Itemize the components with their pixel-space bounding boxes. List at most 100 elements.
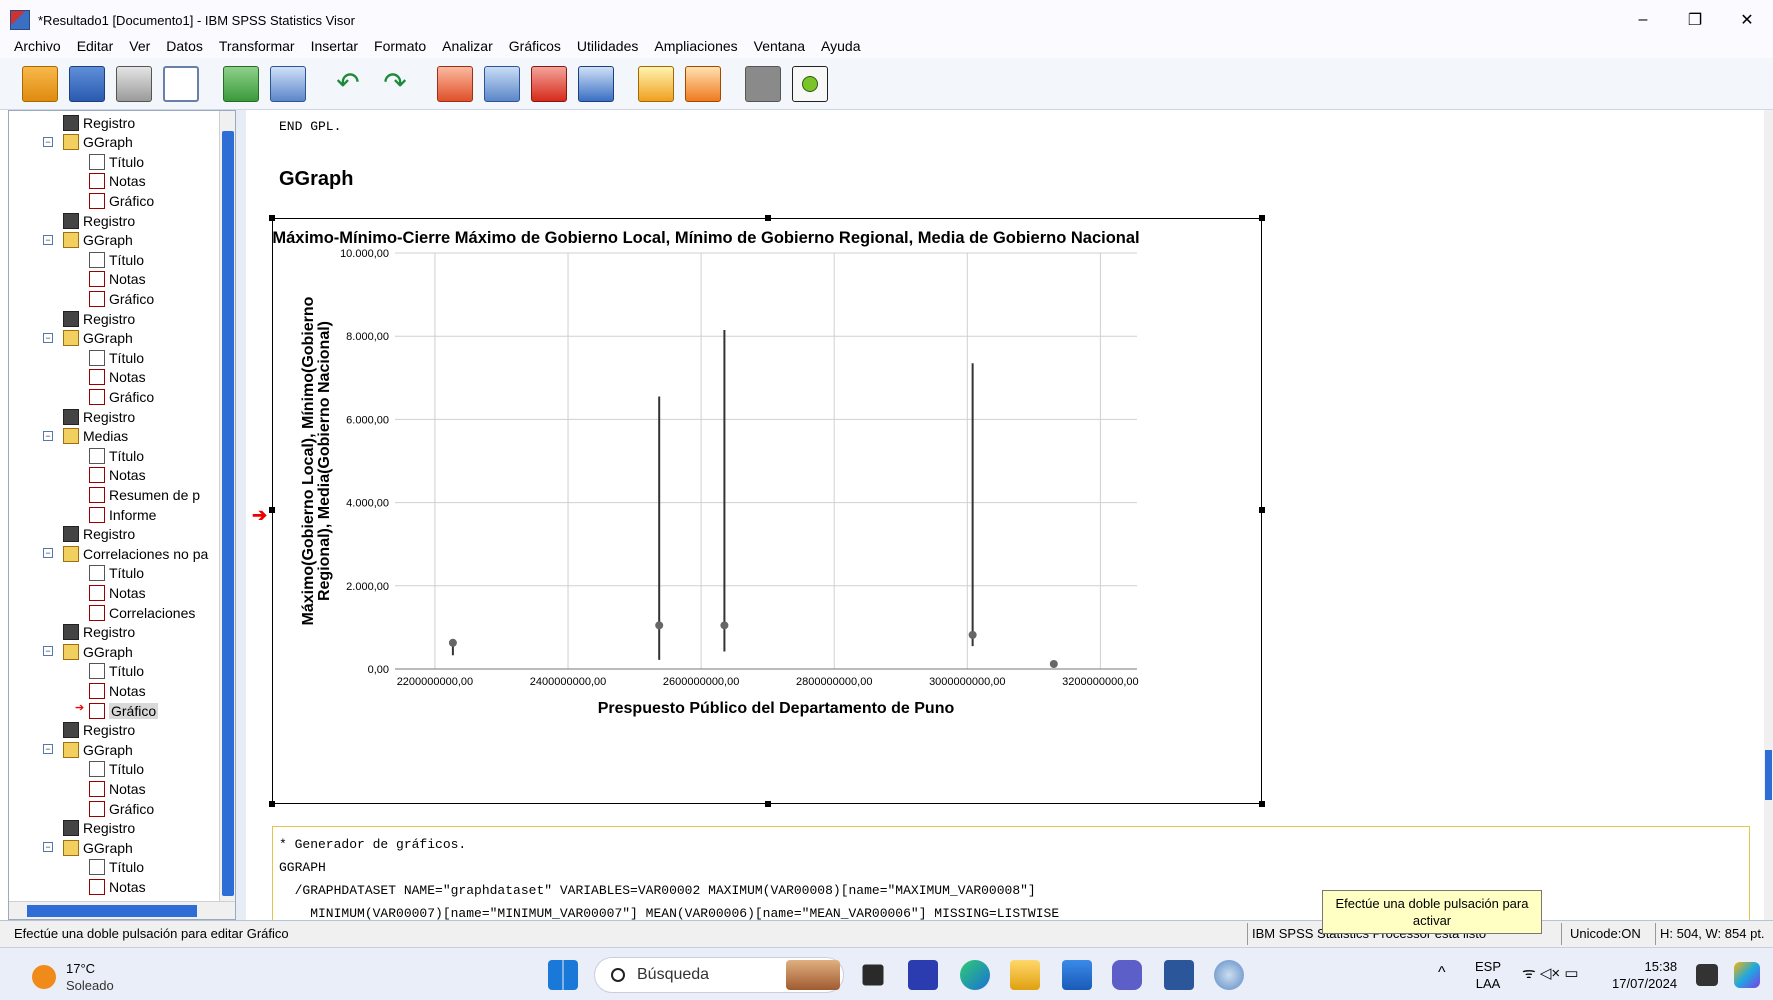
collapse-toggle-icon[interactable]: − <box>43 136 53 147</box>
redo-icon[interactable]: ↷ <box>377 66 413 102</box>
resize-handle-mr[interactable] <box>1259 507 1265 513</box>
outline-item[interactable]: Notas <box>89 466 146 485</box>
menu-analizar[interactable]: Analizar <box>434 38 501 54</box>
navigator-horizontal-scrollbar[interactable] <box>9 901 235 919</box>
outline-item[interactable]: − GGraph <box>43 329 133 348</box>
outline-item[interactable]: Registro <box>63 721 135 740</box>
outline-item[interactable]: Notas <box>89 583 146 602</box>
navigator-vertical-scrollbar[interactable] <box>219 111 235 901</box>
outline-item[interactable]: Notas <box>89 368 146 387</box>
language-indicator[interactable]: ESP LAA <box>1475 958 1501 992</box>
insert-cases-icon[interactable] <box>531 65 567 102</box>
collapse-toggle-icon[interactable]: − <box>43 646 53 657</box>
menu-ampliaciones[interactable]: Ampliaciones <box>646 38 745 54</box>
resize-handle-bm[interactable] <box>765 801 771 807</box>
outline-item[interactable]: Registro <box>63 525 135 544</box>
outline-item[interactable]: − Correlaciones no pa <box>43 544 208 563</box>
outline-item[interactable]: Notas <box>89 270 146 289</box>
print-icon[interactable] <box>116 65 152 102</box>
designate-window-icon[interactable] <box>745 65 781 102</box>
outline-item[interactable]: − Medias <box>43 427 128 446</box>
outline-item[interactable]: Gráfico <box>89 289 154 308</box>
outline-item[interactable]: Título <box>89 760 144 779</box>
collapse-toggle-icon[interactable]: − <box>43 332 53 343</box>
chart-object[interactable]: Máximo-Mínimo-Cierre Máximo de Gobierno … <box>269 215 1265 807</box>
weather-widget[interactable]: 17°C Soleado <box>32 960 114 994</box>
menu-ayuda[interactable]: Ayuda <box>813 38 868 54</box>
print-preview-icon[interactable] <box>163 65 199 102</box>
mathway-icon[interactable] <box>908 960 938 990</box>
content-vertical-scrollbar[interactable] <box>1764 110 1773 920</box>
outline-item[interactable]: Correlaciones <box>89 603 195 622</box>
resize-handle-tl[interactable] <box>269 215 275 221</box>
menu-ventana[interactable]: Ventana <box>746 38 813 54</box>
menu-editar[interactable]: Editar <box>69 38 122 54</box>
network-volume-battery-icon[interactable]: ᯤ ◁× ▭ <box>1522 965 1579 982</box>
outline-item[interactable]: − GGraph <box>43 231 133 250</box>
town-widget-icon[interactable] <box>786 960 840 990</box>
outline-item[interactable]: Título <box>89 564 144 583</box>
outline-item[interactable]: Notas <box>89 172 146 191</box>
outline-item[interactable]: Título <box>89 250 144 269</box>
menu-ver[interactable]: Ver <box>121 38 158 54</box>
file-explorer-icon[interactable] <box>1010 960 1040 990</box>
outline-item[interactable]: Registro <box>63 309 135 328</box>
scroll-thumb[interactable] <box>222 131 234 896</box>
outline-item[interactable]: − GGraph <box>43 133 133 152</box>
outline-item[interactable]: Título <box>89 446 144 465</box>
outline-item[interactable]: Notas <box>89 681 146 700</box>
outline-item[interactable]: Registro <box>63 407 135 426</box>
collapse-toggle-icon[interactable]: − <box>43 842 53 853</box>
outline-item[interactable]: Título <box>89 662 144 681</box>
outline-item[interactable]: Gráfico <box>89 387 154 406</box>
edge-icon[interactable] <box>960 960 990 990</box>
resize-handle-ml[interactable] <box>269 507 275 513</box>
outline-item[interactable]: Informe <box>89 505 156 524</box>
menu-formato[interactable]: Formato <box>366 38 434 54</box>
outline-item[interactable]: − GGraph <box>43 642 133 661</box>
notifications-icon[interactable] <box>1696 964 1718 986</box>
outline-item[interactable]: Notas <box>89 877 146 896</box>
copilot-icon[interactable] <box>1734 962 1760 988</box>
collapse-toggle-icon[interactable]: − <box>43 548 53 559</box>
pane-splitter[interactable] <box>236 110 246 920</box>
menu-transformar[interactable]: Transformar <box>211 38 303 54</box>
menu-graficos[interactable]: Gráficos <box>501 38 569 54</box>
outline-item[interactable]: Registro <box>63 113 135 132</box>
recall-dialog-icon[interactable] <box>270 65 306 102</box>
task-view-icon[interactable] <box>862 964 884 986</box>
outline-item[interactable]: Gráfico ➔ <box>75 701 159 720</box>
tray-chevron-icon[interactable]: ^ <box>1438 964 1446 981</box>
menu-utilidades[interactable]: Utilidades <box>569 38 646 54</box>
resize-handle-tr[interactable] <box>1259 215 1265 221</box>
export-icon[interactable] <box>223 65 259 102</box>
run-script-icon[interactable] <box>685 65 721 102</box>
resize-handle-br[interactable] <box>1259 801 1265 807</box>
scroll-thumb[interactable] <box>1765 750 1772 800</box>
windows-start-icon[interactable] <box>548 960 578 990</box>
menu-insertar[interactable]: Insertar <box>303 38 366 54</box>
edit-script-icon[interactable] <box>638 65 674 102</box>
outline-item[interactable]: Título <box>89 348 144 367</box>
add-output-icon[interactable] <box>792 65 828 102</box>
collapse-toggle-icon[interactable]: − <box>43 744 53 755</box>
spss-taskbar-icon[interactable] <box>1214 960 1244 990</box>
word-icon[interactable] <box>1164 960 1194 990</box>
outline-item[interactable]: Registro <box>63 819 135 838</box>
save-icon[interactable] <box>69 65 105 102</box>
undo-icon[interactable]: ↶ <box>330 66 366 102</box>
outline-item[interactable]: − GGraph <box>43 740 133 759</box>
outline-item[interactable]: − GGraph <box>43 838 133 857</box>
teams-icon[interactable] <box>1112 960 1142 990</box>
collapse-toggle-icon[interactable]: − <box>43 234 53 245</box>
outline-item[interactable]: Resumen de p <box>89 485 200 504</box>
clock[interactable]: 15:38 17/07/2024 <box>1612 958 1677 992</box>
resize-handle-tm[interactable] <box>765 215 771 221</box>
open-folder-icon[interactable] <box>22 65 58 102</box>
outline-item[interactable]: Notas <box>89 779 146 798</box>
outline-item[interactable]: Registro <box>63 211 135 230</box>
resize-handle-bl[interactable] <box>269 801 275 807</box>
menu-archivo[interactable]: Archivo <box>6 38 69 54</box>
outline-item[interactable]: Registro <box>63 623 135 642</box>
outline-item[interactable]: Gráfico <box>89 191 154 210</box>
